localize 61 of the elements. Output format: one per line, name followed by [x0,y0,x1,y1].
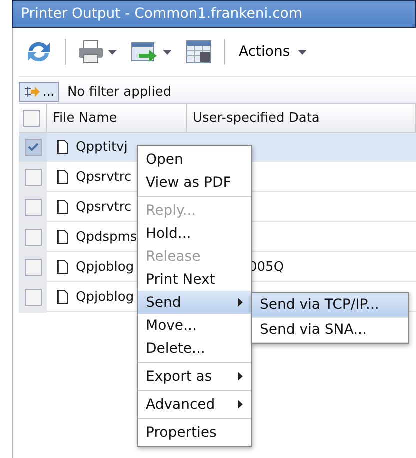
filter-button[interactable]: ... [19,82,60,102]
submenu-arrow-icon [238,400,243,409]
menu-item-label: Print Next [146,272,216,288]
row-checkbox[interactable] [24,169,42,186]
checkmark-icon [28,143,38,152]
menu-item[interactable]: Move... [138,314,251,337]
document-icon [57,230,68,244]
menu-item-label: Export as [146,368,212,384]
filter-status: No filter applied [67,84,172,100]
column-header[interactable]: User-specified Data [187,104,416,133]
row-checkbox[interactable] [24,289,42,306]
document-icon [57,290,68,304]
menu-item-label: Hold... [146,226,192,242]
menu-item-label: Open [146,152,184,168]
document-icon [57,260,68,274]
menu-item-label: Release [146,248,201,264]
menu-item[interactable]: View as PDF [138,171,251,194]
document-icon [57,170,68,184]
actions-menu-button[interactable]: Actions [235,42,312,62]
row-checkbox[interactable] [24,139,42,156]
menu-item-label: Properties [146,424,217,440]
file-name: Qpptitvj [76,140,128,154]
printer-icon [78,40,104,64]
window-title: Printer Output - Common1.frankeni.com [21,6,302,22]
row-checkbox[interactable] [24,259,42,276]
menu-item[interactable]: Open [138,148,251,171]
column-header[interactable]: File Name [47,104,187,133]
menu-item[interactable]: Print Next [138,268,251,291]
submenu-arrow-icon [238,372,243,381]
menu-item-label: Reply... [146,202,196,218]
document-icon [57,140,68,154]
menu-item-label: View as PDF [146,174,232,190]
menu-item[interactable]: Advanced [138,393,251,416]
submenu-item[interactable]: Send via SNA... [252,318,408,343]
menu-item[interactable]: Export as [138,365,251,388]
menu-item-label: Advanced [146,396,216,412]
menu-item[interactable]: Properties [138,421,251,444]
menu-item-label: Delete... [146,340,206,356]
caret-icon [163,50,172,54]
menu-item-label: Send [146,294,182,310]
file-name: Qpsrvtrc [76,200,132,214]
row-checkbox[interactable] [24,229,42,246]
caret-icon [298,50,308,54]
submenu-item[interactable]: Send via TCP/IP... [252,293,408,318]
file-name: Qpsrvtrc [76,170,132,184]
print-button[interactable] [76,38,119,66]
file-name: Qpjoblog [76,290,134,304]
calendar-arrow-icon [131,40,159,64]
file-name: Qpdspms [76,230,138,244]
submenu-arrow-icon [238,298,243,307]
filter-arrow-icon [24,87,40,97]
menu-item[interactable]: Send [138,291,251,314]
document-icon [57,200,68,214]
menu-item-label: Move... [146,318,197,334]
select-all-checkbox[interactable] [23,110,40,126]
caret-icon [108,50,117,54]
menu-item[interactable]: Delete... [138,337,251,360]
menu-item[interactable]: Hold... [138,222,251,245]
table-settings-icon [186,39,212,65]
file-name: Qpjoblog [76,260,134,274]
row-checkbox[interactable] [24,199,42,216]
